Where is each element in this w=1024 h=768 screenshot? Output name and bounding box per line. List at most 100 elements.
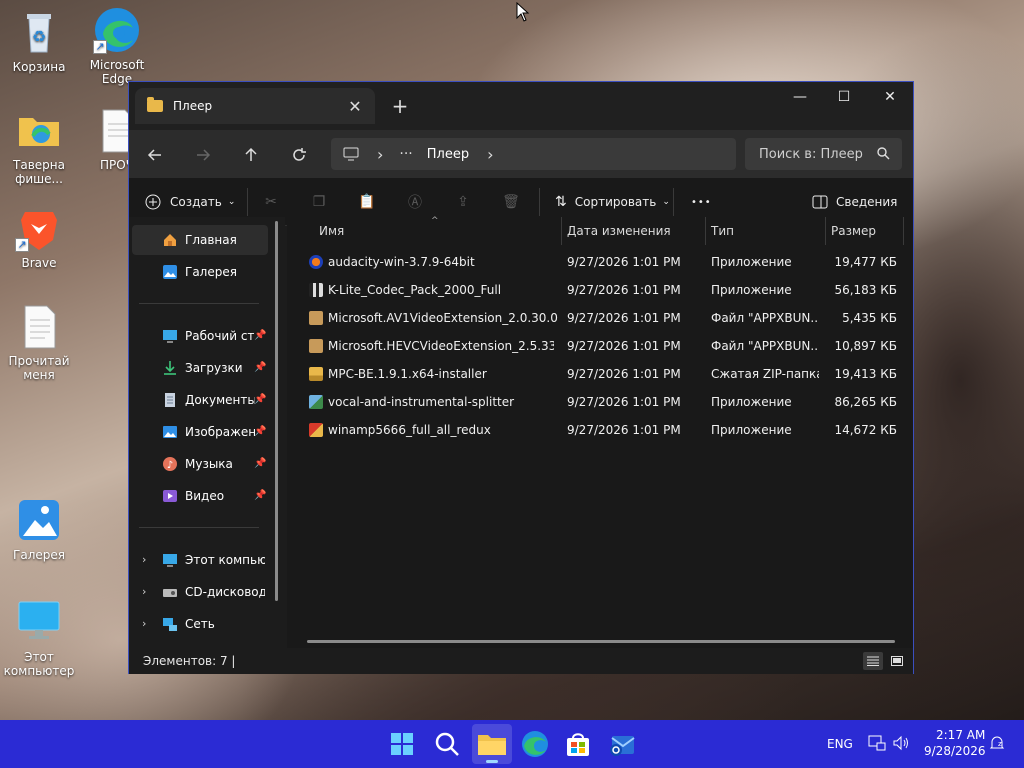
sidebar-item-videos[interactable]: Видео 📌 bbox=[132, 481, 268, 511]
table-row[interactable]: audacity-win-3.7.9-64bit 9/27/2026 1:01 … bbox=[301, 248, 901, 276]
file-name: vocal-and-instrumental-splitter bbox=[328, 395, 515, 409]
chevron-right-icon[interactable]: › bbox=[142, 577, 146, 607]
toolbar-separator bbox=[539, 188, 540, 216]
details-button[interactable]: Сведения bbox=[812, 190, 897, 214]
horizontal-scrollbar[interactable] bbox=[307, 640, 895, 643]
sidebar-item-this-pc[interactable]: › Этот компьютер bbox=[132, 545, 268, 575]
sidebar-item-pictures[interactable]: Изображения 📌 bbox=[132, 417, 268, 447]
share-icon[interactable]: ⇪ bbox=[451, 190, 475, 214]
desktop-icon-this-pc[interactable]: Этот компьютер bbox=[1, 598, 77, 678]
file-date: 9/27/2026 1:01 PM bbox=[567, 311, 681, 325]
file-size: 19,477 КБ bbox=[834, 255, 897, 269]
desktop-icon-edge[interactable]: ↗ Microsoft Edge bbox=[79, 6, 155, 86]
sidebar-item-label: Загрузки bbox=[185, 361, 243, 375]
table-row[interactable]: K-Lite_Codec_Pack_2000_Full 9/27/2026 1:… bbox=[301, 276, 901, 304]
tab-close-button[interactable]: ✕ bbox=[341, 92, 369, 120]
zip-folder-icon bbox=[309, 367, 323, 381]
desktop-icon-recycle-bin[interactable]: ♻ Корзина bbox=[1, 8, 77, 74]
sidebar-item-cd-drive[interactable]: › CD-дисковод (D:) bbox=[132, 577, 268, 607]
breadcrumb-chevron[interactable]: › bbox=[377, 145, 383, 164]
minimize-button[interactable]: — bbox=[777, 82, 823, 112]
file-type: Сжатая ZIP-папка bbox=[711, 367, 819, 381]
chevron-right-icon[interactable]: › bbox=[142, 545, 146, 575]
table-row[interactable]: Microsoft.AV1VideoExtension_2.0.30.0 9/2… bbox=[301, 304, 901, 332]
copy-icon[interactable]: ❐ bbox=[307, 190, 331, 214]
table-row[interactable]: winamp5666_full_all_redux 9/27/2026 1:01… bbox=[301, 416, 901, 444]
new-tab-button[interactable]: + bbox=[387, 94, 413, 120]
sort-ascending-icon: ^ bbox=[431, 216, 439, 226]
sidebar-item-desktop[interactable]: Рабочий стол 📌 bbox=[132, 321, 268, 351]
delete-icon[interactable]: 🗑 bbox=[499, 190, 523, 214]
column-header-date[interactable]: Дата изменения bbox=[567, 217, 671, 245]
sidebar-item-label: Музыка bbox=[185, 457, 233, 471]
taskbar-search-button[interactable] bbox=[431, 728, 463, 760]
column-header-type[interactable]: Тип bbox=[711, 217, 734, 245]
up-button[interactable] bbox=[237, 142, 265, 168]
cut-icon[interactable]: ✂ bbox=[259, 190, 283, 214]
close-button[interactable]: ✕ bbox=[867, 82, 913, 112]
document-icon bbox=[15, 302, 63, 350]
taskbar-store[interactable] bbox=[562, 728, 594, 760]
back-button[interactable] bbox=[141, 142, 169, 168]
list-view-button[interactable] bbox=[863, 652, 883, 670]
breadcrumb-current[interactable]: Плеер bbox=[427, 147, 469, 162]
plus-circle-icon bbox=[145, 194, 161, 210]
column-divider[interactable] bbox=[705, 217, 706, 245]
sidebar-item-downloads[interactable]: Загрузки 📌 bbox=[132, 353, 268, 383]
sort-button[interactable]: ⇅ Сортировать ⌄ bbox=[555, 190, 670, 214]
shortcut-arrow-icon: ↗ bbox=[93, 40, 107, 54]
taskbar-outlook[interactable] bbox=[606, 728, 638, 760]
taskbar-edge[interactable] bbox=[519, 728, 551, 760]
desktop-icon-readme[interactable]: Прочитай меня bbox=[1, 302, 77, 382]
sidebar-item-music[interactable]: ♪ Музыка 📌 bbox=[132, 449, 268, 479]
notification-icon[interactable]: z bbox=[988, 734, 1006, 755]
title-bar[interactable]: Плеер ✕ + — ☐ ✕ bbox=[129, 82, 913, 130]
file-explorer-window: Плеер ✕ + — ☐ ✕ › ··· Плеер › Поиск в: П… bbox=[128, 81, 914, 674]
breadcrumb-more[interactable]: ··· bbox=[399, 146, 412, 162]
table-row[interactable]: MPC-BE.1.9.1.x64-installer 9/27/2026 1:0… bbox=[301, 360, 901, 388]
arrow-up-icon bbox=[245, 147, 257, 161]
refresh-button[interactable] bbox=[285, 142, 313, 168]
tab-pleer[interactable]: Плеер ✕ bbox=[135, 88, 375, 124]
chevron-right-icon[interactable]: › bbox=[142, 609, 146, 639]
desktop-icon-label: Прочитай меня bbox=[8, 354, 70, 382]
maximize-button[interactable]: ☐ bbox=[821, 82, 867, 112]
column-divider[interactable] bbox=[903, 217, 904, 245]
list-view-icon bbox=[867, 656, 879, 666]
clock-time[interactable]: 2:17 AM bbox=[936, 728, 985, 742]
mouse-cursor-icon bbox=[516, 1, 530, 25]
address-bar[interactable]: › ··· Плеер › bbox=[331, 138, 736, 170]
paste-icon[interactable]: 📋 bbox=[355, 190, 379, 214]
volume-icon[interactable] bbox=[892, 734, 910, 755]
table-row[interactable]: Microsoft.HEVCVideoExtension_2.5.33.0_..… bbox=[301, 332, 901, 360]
file-name: winamp5666_full_all_redux bbox=[328, 423, 491, 437]
sidebar-item-gallery[interactable]: Галерея bbox=[132, 257, 268, 287]
desktop-icon-taverna[interactable]: Таверна фише... bbox=[1, 106, 77, 186]
column-divider[interactable] bbox=[825, 217, 826, 245]
network-status-icon[interactable] bbox=[868, 734, 886, 755]
desktop-icon-brave[interactable]: ↗ Brave bbox=[1, 204, 77, 270]
language-indicator[interactable]: ENG bbox=[827, 737, 853, 751]
breadcrumb-chevron[interactable]: › bbox=[487, 145, 493, 164]
tiles-view-button[interactable] bbox=[887, 652, 907, 670]
sidebar-item-home[interactable]: Главная bbox=[132, 225, 268, 255]
table-row[interactable]: vocal-and-instrumental-splitter 9/27/202… bbox=[301, 388, 901, 416]
clock-date[interactable]: 9/28/2026 bbox=[924, 744, 986, 758]
sidebar-scrollbar[interactable] bbox=[275, 221, 278, 601]
file-date: 9/27/2026 1:01 PM bbox=[567, 395, 681, 409]
taskbar-file-explorer[interactable] bbox=[472, 724, 512, 764]
column-header-name[interactable]: Имя bbox=[319, 217, 344, 245]
search-input[interactable]: Поиск в: Плеер bbox=[745, 138, 902, 170]
create-button[interactable]: Создать ⌄ bbox=[145, 190, 235, 214]
column-header-size[interactable]: Размер bbox=[831, 217, 876, 245]
sidebar-item-documents[interactable]: Документы 📌 bbox=[132, 385, 268, 415]
column-divider[interactable] bbox=[561, 217, 562, 245]
more-options-button[interactable]: ••• bbox=[691, 190, 712, 214]
desktop-icon-label: Этот компьютер bbox=[3, 650, 75, 678]
sidebar-item-network[interactable]: › Сеть bbox=[132, 609, 268, 639]
start-button[interactable] bbox=[386, 728, 418, 760]
installer-icon bbox=[309, 395, 323, 409]
rename-icon[interactable]: Ⓐ bbox=[403, 190, 427, 214]
desktop-icon-gallery[interactable]: Галерея bbox=[1, 496, 77, 562]
forward-button[interactable] bbox=[189, 142, 217, 168]
